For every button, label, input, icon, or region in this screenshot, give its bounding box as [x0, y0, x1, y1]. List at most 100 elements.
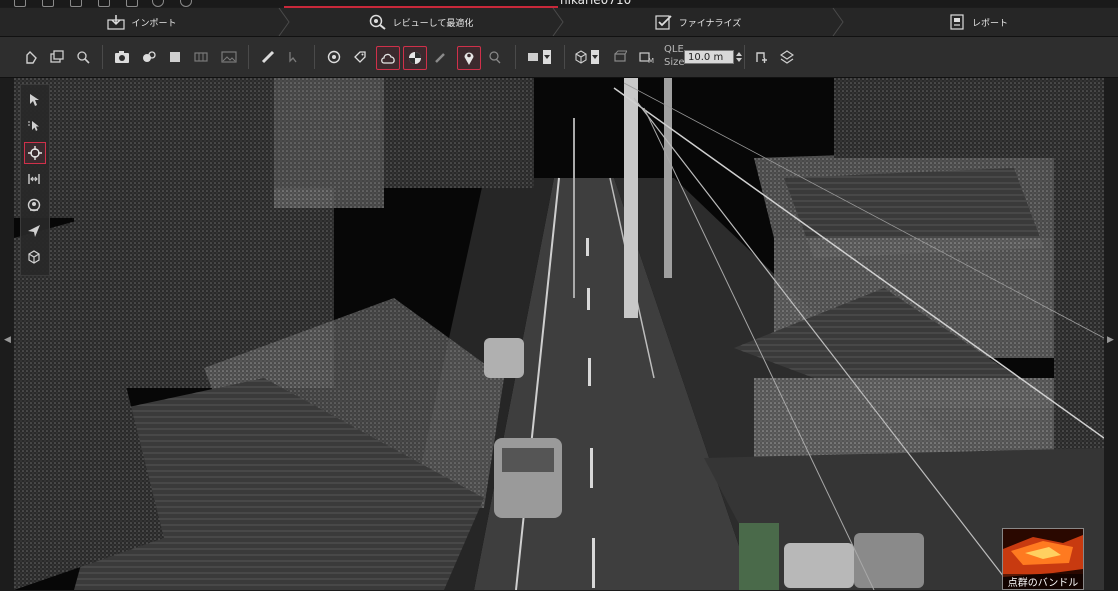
- undo-icon[interactable]: [126, 0, 138, 7]
- finalize-icon: [655, 15, 672, 30]
- pan-horizontal-icon: [28, 174, 40, 184]
- box-measure-button[interactable]: M: [636, 46, 658, 68]
- navigation-tools-panel: [20, 84, 50, 276]
- pan-tool[interactable]: [24, 169, 44, 189]
- help-icon[interactable]: [152, 0, 164, 7]
- point-cloud-viewport[interactable]: [14, 78, 1104, 590]
- thumbnail-label: 点群のバンドル: [1003, 574, 1083, 589]
- step-divider-chevron: [278, 8, 290, 36]
- section-icon: [194, 52, 208, 62]
- ruler-icon: [261, 50, 275, 64]
- size-stepper-icon[interactable]: [735, 50, 743, 64]
- cube-tool[interactable]: [24, 247, 44, 267]
- point-cloud-scene: [14, 78, 1104, 590]
- qle-label: QLE: [664, 44, 684, 55]
- step-report-label: レポート: [971, 18, 1008, 29]
- right-panel-collapse-icon[interactable]: ▶: [1107, 335, 1114, 345]
- box-clip-icon: [614, 50, 627, 62]
- link-button[interactable]: [484, 46, 506, 68]
- camera-icon: [115, 51, 129, 63]
- box-clip-button[interactable]: [609, 46, 631, 68]
- left-panel-collapse-icon[interactable]: ◀: [4, 335, 11, 345]
- walkthrough-icon: [27, 198, 41, 212]
- display-mode-dropdown[interactable]: [524, 46, 554, 68]
- toolbar-separator: [314, 45, 315, 69]
- qle-size-label: QLE Size: [664, 43, 685, 69]
- main-toolbar: M QLE Size 10.0 m: [0, 37, 1118, 78]
- toolbar-separator: [564, 45, 565, 69]
- plane-view-button[interactable]: [164, 46, 186, 68]
- step-divider-chevron: [832, 8, 844, 36]
- windows-icon: [50, 50, 64, 63]
- tag-button[interactable]: [349, 46, 371, 68]
- window-title: hikarie0710: [560, 0, 632, 7]
- scan-positions-icon: [143, 51, 156, 62]
- target-button[interactable]: [323, 46, 345, 68]
- orbit-crosshair-icon: [28, 146, 42, 160]
- fly-tool[interactable]: [24, 221, 44, 241]
- snapshot-button[interactable]: [111, 46, 133, 68]
- walk-tool[interactable]: [24, 195, 44, 215]
- link-scan-icon: [489, 51, 501, 64]
- scan-positions-button[interactable]: [138, 46, 160, 68]
- multi-select-tool[interactable]: [24, 116, 44, 136]
- location-pin-button[interactable]: [457, 46, 481, 70]
- multi-select-icon: [28, 121, 39, 131]
- step-review-optimize[interactable]: レビューして最適化: [284, 8, 558, 36]
- layers-button[interactable]: [776, 46, 798, 68]
- tag-icon: [354, 51, 366, 63]
- size-label: Size: [664, 57, 685, 68]
- section-button[interactable]: [190, 46, 212, 68]
- open-project-icon[interactable]: [42, 0, 54, 7]
- toolbar-separator: [744, 45, 745, 69]
- add-target-button[interactable]: [750, 46, 772, 68]
- point-cloud-bundle-thumbnail[interactable]: 点群のバンドル: [1002, 528, 1084, 590]
- qle-size-input[interactable]: 10.0 m: [684, 50, 734, 64]
- svg-text:M: M: [648, 57, 654, 64]
- shaded-view-button[interactable]: [403, 46, 427, 70]
- quick-access-bar: hikarie0710: [0, 0, 1118, 7]
- cursor-arrow-icon: [30, 94, 39, 106]
- image-icon: [221, 51, 237, 63]
- shaded-sphere-icon: [409, 52, 421, 64]
- cube-view-dropdown[interactable]: [572, 46, 602, 68]
- save-icon[interactable]: [70, 0, 82, 7]
- toolbar-separator: [515, 45, 516, 69]
- step-import-label: インポート: [131, 18, 177, 29]
- step-import[interactable]: インポート: [0, 8, 284, 36]
- cloud-icon: [381, 53, 395, 64]
- toolbar-separator: [102, 45, 103, 69]
- windows-button[interactable]: [46, 46, 68, 68]
- workflow-steps-bar: インポート レビューして最適化 ファイナライズ レポート: [0, 8, 1118, 37]
- box-measure-icon: M: [639, 52, 654, 64]
- select-tool-button[interactable]: [20, 46, 42, 68]
- menu-icon[interactable]: [14, 0, 26, 7]
- target-icon: [327, 50, 341, 64]
- zoom-extents-button[interactable]: [72, 46, 94, 68]
- layers-icon: [780, 50, 794, 64]
- info-icon[interactable]: [180, 0, 192, 7]
- step-finalize[interactable]: ファイナライズ: [558, 8, 838, 36]
- add-target-icon: [756, 52, 767, 63]
- toolbar-separator: [248, 45, 249, 69]
- paper-plane-icon: [28, 225, 40, 237]
- pick-point-icon: [289, 52, 297, 63]
- pencil-button[interactable]: [430, 46, 452, 68]
- import-icon: [107, 15, 126, 30]
- pick-point-button[interactable]: [283, 46, 305, 68]
- orbit-tool[interactable]: [24, 142, 46, 164]
- location-pin-icon: [464, 52, 474, 65]
- square-icon: [170, 52, 180, 62]
- hand-select-icon: [26, 51, 37, 64]
- report-icon: [950, 14, 964, 30]
- step-finalize-label: ファイナライズ: [678, 18, 742, 29]
- pointer-tool[interactable]: [24, 90, 44, 110]
- settings-icon[interactable]: [98, 0, 110, 7]
- display-mode-icon: [528, 50, 551, 64]
- cloud-view-button[interactable]: [376, 46, 400, 70]
- zoom-extents-icon: [77, 51, 90, 64]
- image-view-button[interactable]: [218, 46, 240, 68]
- pencil-icon: [435, 53, 445, 63]
- step-report[interactable]: レポート: [838, 8, 1118, 36]
- measure-button[interactable]: [257, 46, 279, 68]
